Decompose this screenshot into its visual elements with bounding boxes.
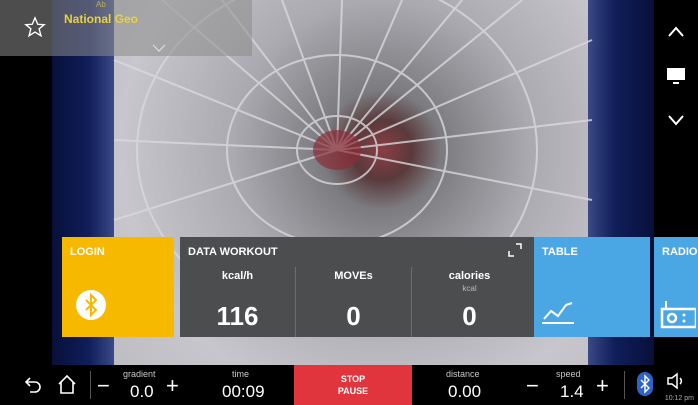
- gradient-plus-button[interactable]: +: [166, 375, 179, 397]
- table-title: TABLE: [542, 246, 578, 258]
- time-value: 00:09: [222, 382, 265, 401]
- screen-icon[interactable]: [664, 64, 688, 88]
- radio-icon: [660, 301, 696, 329]
- stop-label: STOP: [340, 374, 366, 384]
- line-chart-icon: [542, 302, 574, 324]
- channel-subtitle: Ab: [96, 0, 106, 9]
- distance-label: distance: [446, 369, 480, 379]
- stat-calories: calories kcal 0: [412, 237, 527, 337]
- star-icon[interactable]: [24, 16, 46, 38]
- speed-plus-button[interactable]: +: [596, 375, 609, 397]
- chevron-down-icon[interactable]: [152, 44, 166, 52]
- stat-label: calories: [448, 270, 491, 282]
- channel-name: National Geo: [64, 12, 139, 26]
- home-icon[interactable]: [56, 373, 78, 395]
- divider: [90, 371, 91, 399]
- radio-tile[interactable]: RADIO: [654, 237, 698, 337]
- stat-moves: MOVEs 0: [296, 237, 411, 337]
- channel-overlay[interactable]: Ab National Geo: [0, 0, 252, 56]
- divider: [624, 371, 625, 399]
- stat-label: MOVEs: [334, 270, 373, 282]
- bluetooth-icon[interactable]: [637, 372, 653, 396]
- gradient-label: gradient: [123, 369, 156, 379]
- gradient-minus-button[interactable]: −: [97, 375, 110, 397]
- gradient-value: 0.0: [130, 382, 154, 401]
- stat-value: 0: [462, 301, 477, 331]
- stat-unit: kcal: [462, 284, 477, 293]
- clock: 10:12 pm: [664, 395, 694, 402]
- stat-value: 116: [216, 301, 259, 331]
- volume-icon[interactable]: [665, 371, 685, 391]
- stop-pause-button[interactable]: STOP PAUSE: [294, 365, 412, 405]
- data-workout-tile[interactable]: DATA WORKOUT kcal/h 116 MOVEs 0 calories…: [180, 237, 590, 337]
- speed-minus-button[interactable]: −: [526, 375, 539, 397]
- stat-kcal-h: kcal/h 116: [180, 237, 295, 337]
- login-tile[interactable]: LOGIN: [62, 237, 174, 337]
- speed-value: 1.4: [560, 382, 584, 401]
- login-title: LOGIN: [70, 246, 105, 258]
- stat-label: kcal/h: [221, 270, 254, 282]
- bottom-bar: − gradient 0.0 + time 00:09 STOP PAUSE d…: [0, 365, 698, 405]
- distance-value: 0.00: [448, 382, 482, 401]
- speed-label: speed: [556, 369, 581, 379]
- table-tile[interactable]: TABLE: [534, 237, 650, 337]
- back-icon[interactable]: [24, 375, 42, 393]
- stat-value: 0: [346, 301, 361, 331]
- time-label: time: [232, 369, 250, 379]
- bluetooth-icon: [76, 290, 106, 320]
- chevron-up-icon[interactable]: [664, 20, 688, 44]
- chevron-down-icon[interactable]: [664, 108, 688, 132]
- radio-title: RADIO: [662, 246, 698, 258]
- pause-label: PAUSE: [337, 386, 369, 396]
